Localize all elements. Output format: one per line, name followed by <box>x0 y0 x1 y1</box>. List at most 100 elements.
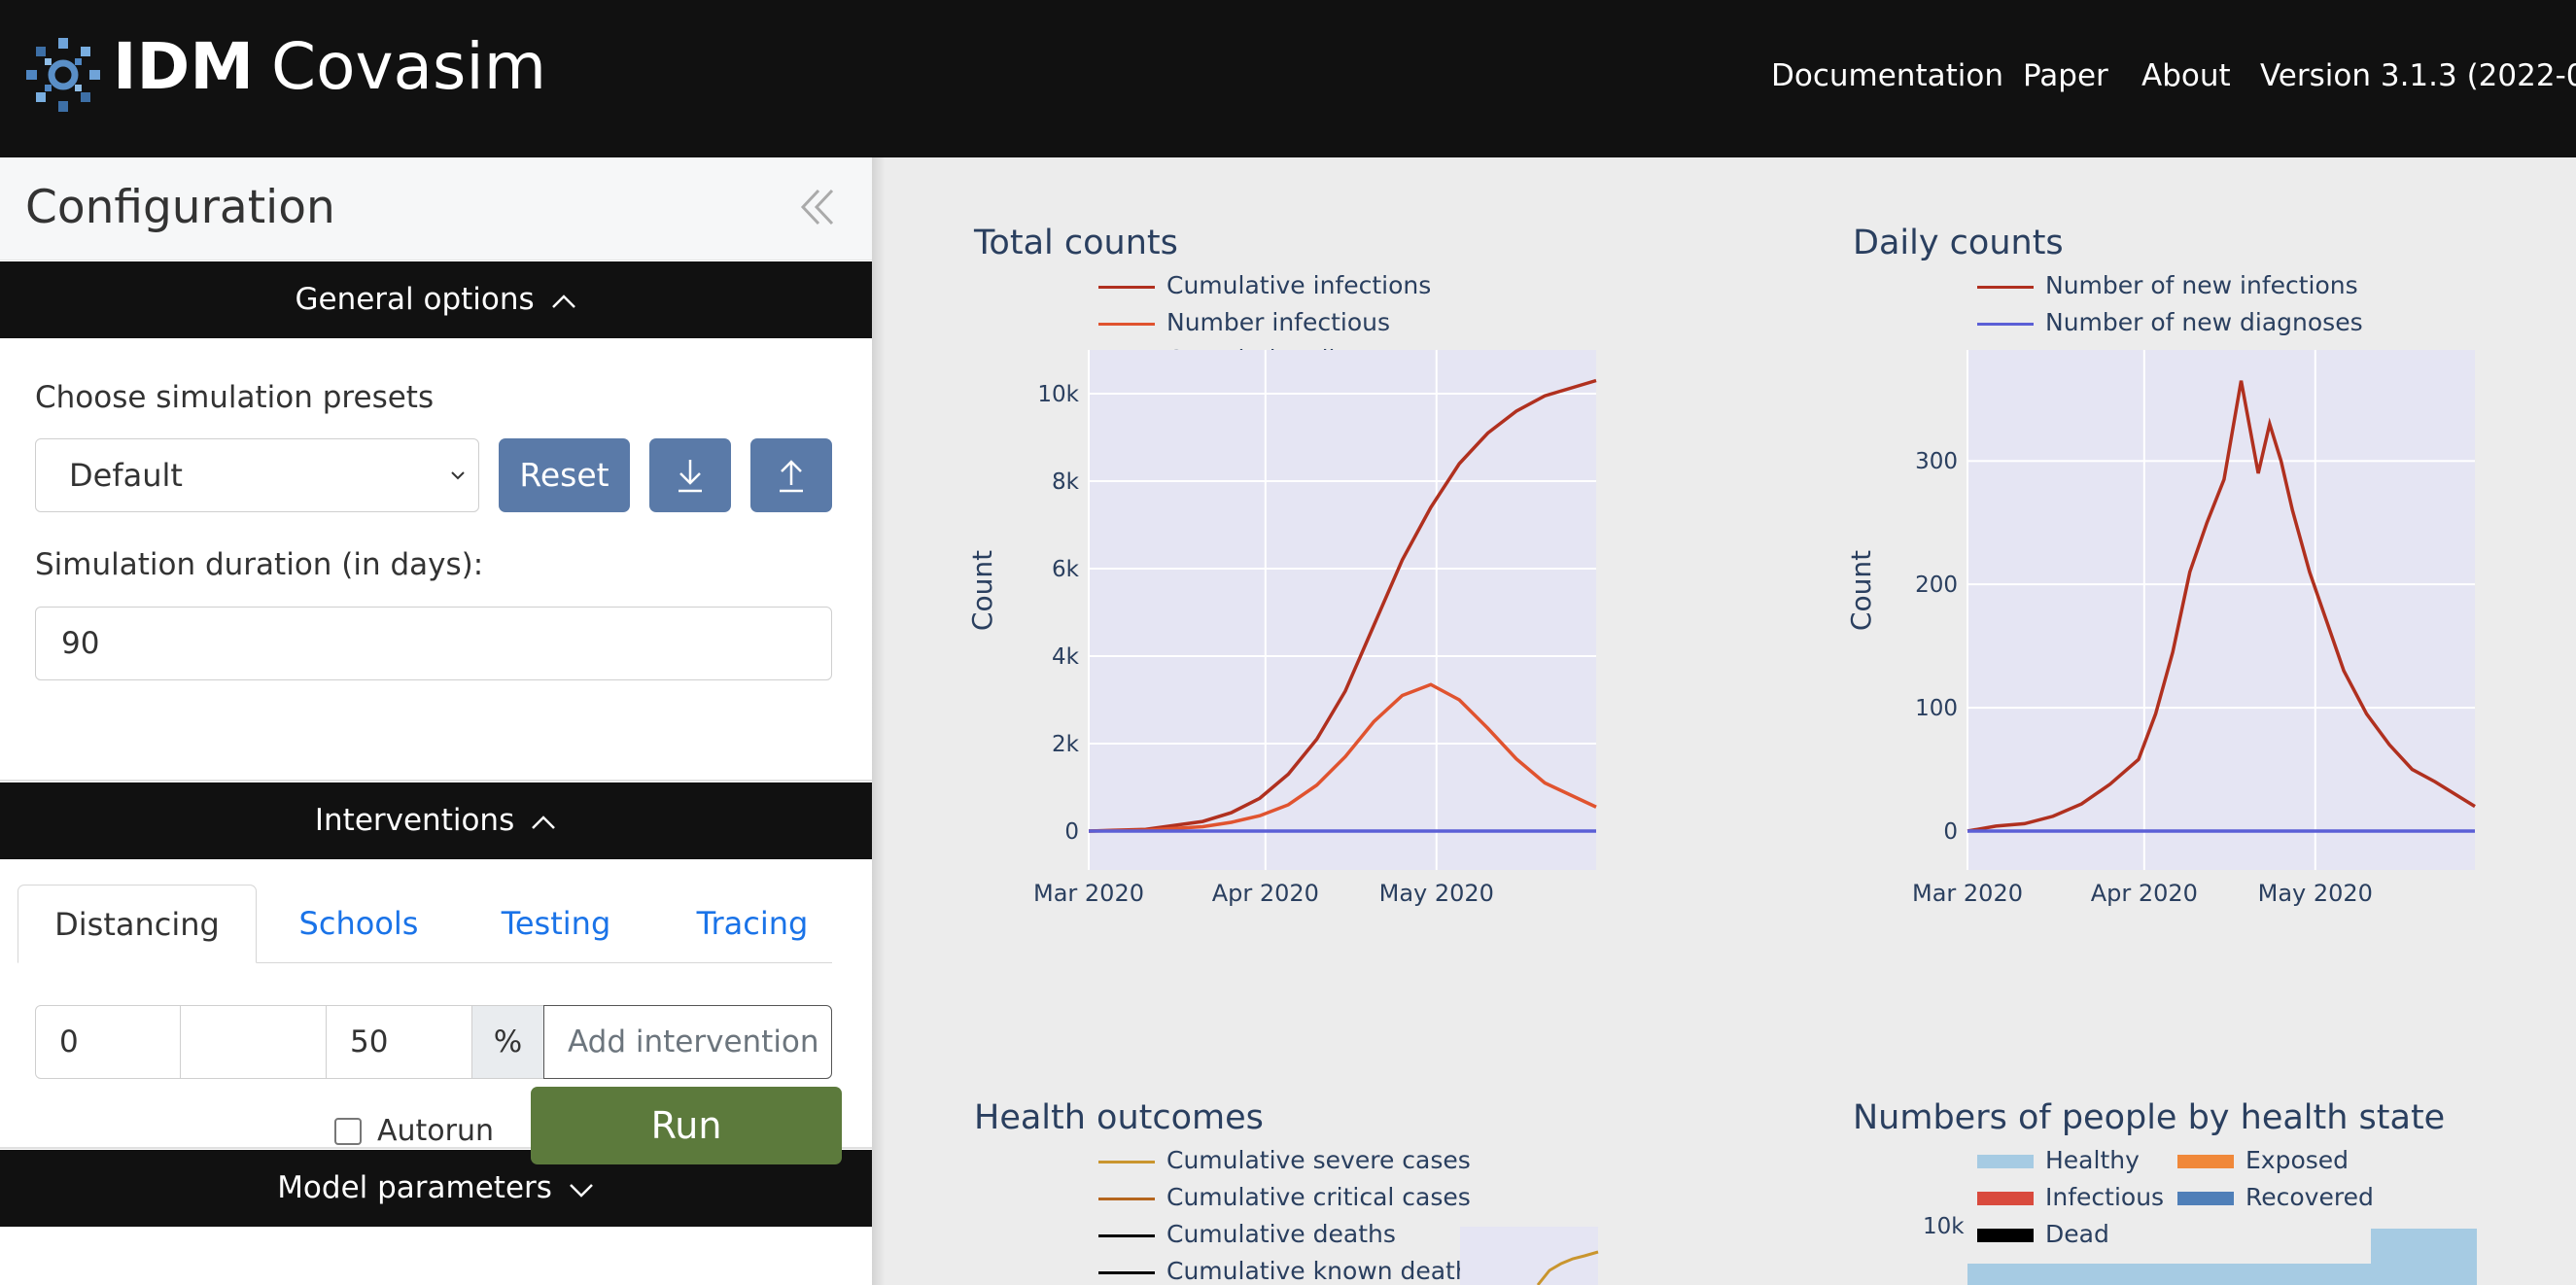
nav-documentation[interactable]: Documentation <box>1771 58 2003 93</box>
legend-healthy[interactable]: Healthy <box>2045 1146 2140 1174</box>
autorun-checkbox[interactable] <box>334 1118 362 1145</box>
legend-swatch-exposed <box>2177 1155 2234 1168</box>
y-tick-label: 200 <box>1915 573 1958 598</box>
chevron-down-icon <box>569 1183 593 1198</box>
top-navbar: IDM Covasim Documentation Paper About Ver… <box>0 0 2576 157</box>
legend-infectious[interactable]: Infectious <box>2045 1183 2164 1211</box>
plot-title-health-outcomes: Health outcomes <box>974 1098 1264 1137</box>
y-tick-label: 2k <box>1052 732 1080 757</box>
brand-covasim: Covasim <box>271 29 547 104</box>
y-tick-label: 100 <box>1915 696 1958 721</box>
y-tick-10k: 10k <box>1923 1214 1965 1239</box>
presets-select[interactable]: Default <box>35 438 479 512</box>
intervention-level-value: 50 <box>350 1025 389 1059</box>
interventions-label: Interventions <box>314 803 515 838</box>
tab-distancing[interactable]: Distancing <box>17 885 257 963</box>
nav-paper[interactable]: Paper <box>2023 58 2108 93</box>
plot-title-total-counts: Total counts <box>974 224 1178 262</box>
plot-background <box>1967 350 2475 870</box>
plot-title-daily-counts: Daily counts <box>1853 224 2064 262</box>
legend-cumulative-known-deaths[interactable]: Cumulative known deaths <box>1166 1257 1483 1285</box>
model-parameters-label: Model parameters <box>277 1170 552 1205</box>
chevron-down-icon <box>451 471 465 480</box>
presets-label: Choose simulation presets <box>35 380 435 415</box>
legend-new-infections[interactable]: Number of new infections <box>2045 271 2358 299</box>
chevron-up-icon <box>532 815 555 829</box>
add-intervention-button[interactable]: Add intervention <box>543 1005 832 1079</box>
sidebar-shadow <box>872 157 886 1285</box>
healthy-area <box>1967 1264 2371 1285</box>
health-outcomes-plot[interactable] <box>1460 1227 1599 1285</box>
legend-swatch-new-diagnoses <box>1977 323 2034 326</box>
configuration-title: Configuration <box>25 181 335 234</box>
legend-swatch-recovered <box>2177 1192 2234 1205</box>
intervention-level-input[interactable]: 50 <box>326 1005 472 1079</box>
app-brand[interactable]: IDM Covasim <box>113 29 546 104</box>
legend-cumulative-critical-cases[interactable]: Cumulative critical cases <box>1166 1183 1471 1211</box>
legend-swatch-critical <box>1098 1198 1155 1200</box>
legend-swatch-known-deaths <box>1098 1271 1155 1274</box>
legend-swatch-healthy <box>1977 1155 2034 1168</box>
intervention-end-input[interactable] <box>180 1005 327 1079</box>
interventions-toggle[interactable]: Interventions <box>0 782 872 859</box>
y-tick-label: 6k <box>1052 557 1080 582</box>
total-counts-plot[interactable]: Mar 2020 Apr 2020 May 2020 0 2k 4k 6k 8k 10k Coun… <box>923 350 1604 914</box>
x-tick-label: Mar 2020 <box>1033 880 1144 907</box>
general-options-label: General options <box>295 282 535 317</box>
presets-selected-value: Default <box>69 457 183 494</box>
legend-cumulative-infections[interactable]: Cumulative infections <box>1166 271 1431 299</box>
legend-exposed[interactable]: Exposed <box>2245 1146 2349 1174</box>
y-tick-label: 8k <box>1052 469 1080 495</box>
tab-schools[interactable]: Schools <box>280 885 437 963</box>
y-tick-label: 4k <box>1052 644 1080 670</box>
download-icon <box>679 460 702 493</box>
covasim-logo-icon <box>26 38 100 112</box>
percent-symbol: % <box>493 1025 523 1059</box>
collapse-sidebar-icon[interactable] <box>793 183 842 231</box>
y-tick-label: 0 <box>1064 819 1079 845</box>
plot-background <box>1460 1227 1598 1285</box>
upload-button[interactable] <box>750 438 832 512</box>
legend-cumulative-severe-cases[interactable]: Cumulative severe cases <box>1166 1146 1471 1174</box>
upload-icon <box>780 460 803 493</box>
add-intervention-label: Add intervention <box>568 1025 819 1059</box>
health-state-plot[interactable] <box>1967 1229 2477 1285</box>
chevron-up-icon <box>551 294 575 308</box>
configuration-header: Configuration <box>0 157 872 260</box>
nav-version[interactable]: Version 3.1.3 (2022-07- <box>2260 58 2576 93</box>
legend-swatch-number-infectious <box>1098 323 1155 326</box>
download-button[interactable] <box>649 438 731 512</box>
legend-number-infectious[interactable]: Number infectious <box>1166 308 1390 336</box>
y-tick-label: 0 <box>1943 819 1958 845</box>
y-tick-label: 300 <box>1915 449 1958 474</box>
brand-idm: IDM <box>113 29 255 104</box>
run-button[interactable]: Run <box>531 1087 842 1164</box>
plot-background <box>1089 350 1596 870</box>
legend-swatch-deaths <box>1098 1234 1155 1237</box>
y-axis-label: Count <box>1845 550 1877 631</box>
legend-recovered[interactable]: Recovered <box>2245 1183 2374 1211</box>
y-axis-label: Count <box>966 550 998 631</box>
duration-value: 90 <box>61 626 100 661</box>
legend-swatch-cumulative-infections <box>1098 286 1155 289</box>
divider <box>0 780 872 781</box>
percent-addon: % <box>471 1005 544 1079</box>
plot-title-health-state: Numbers of people by health state <box>1853 1098 2446 1137</box>
x-tick-label: Mar 2020 <box>1912 880 2023 907</box>
duration-input[interactable]: 90 <box>35 607 832 680</box>
reset-button[interactable]: Reset <box>499 438 630 512</box>
legend-new-diagnoses[interactable]: Number of new diagnoses <box>2045 308 2363 336</box>
tab-testing[interactable]: Testing <box>476 885 636 963</box>
tab-tracing[interactable]: Tracing <box>673 885 832 963</box>
x-tick-label: May 2020 <box>2258 880 2373 907</box>
duration-label: Simulation duration (in days): <box>35 547 484 582</box>
nav-about[interactable]: About <box>2141 58 2231 93</box>
daily-counts-plot[interactable]: Mar 2020 Apr 2020 May 2020 0 100 200 300 Count <box>1802 350 2483 914</box>
general-options-toggle[interactable]: General options <box>0 261 872 338</box>
legend-swatch-infectious <box>1977 1192 2034 1205</box>
legend-cumulative-deaths[interactable]: Cumulative deaths <box>1166 1220 1396 1248</box>
intervention-start-value: 0 <box>59 1025 79 1059</box>
intervention-start-input[interactable]: 0 <box>35 1005 181 1079</box>
x-tick-label: May 2020 <box>1379 880 1494 907</box>
healthy-area-top <box>2371 1229 2477 1285</box>
